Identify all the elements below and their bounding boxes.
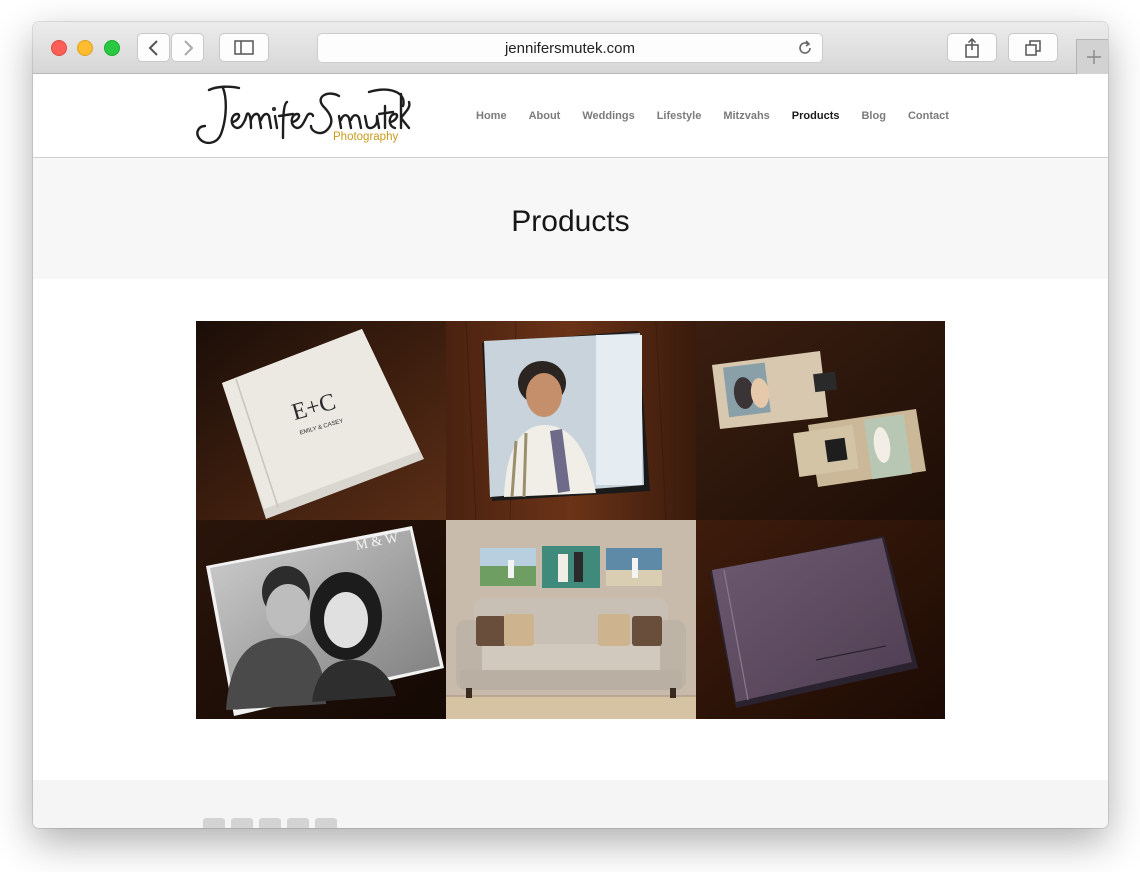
product-tile-wall-canvases[interactable] bbox=[446, 520, 696, 719]
browser-window: jennifersmutek.com Photography Home Abou… bbox=[33, 22, 1108, 828]
product-tile-portrait-album[interactable] bbox=[446, 321, 696, 520]
logo-subtitle: Photography bbox=[333, 131, 398, 143]
site-header: Photography Home About Weddings Lifestyl… bbox=[33, 74, 1108, 158]
social-links bbox=[203, 818, 337, 828]
product-tile-usb-cards[interactable] bbox=[696, 321, 945, 520]
product-tile-leather-album[interactable] bbox=[696, 520, 945, 719]
new-tab-button[interactable] bbox=[1076, 39, 1108, 74]
tabs-button[interactable] bbox=[1008, 33, 1058, 62]
product-tile-bw-album[interactable]: M & W bbox=[196, 520, 446, 719]
browser-toolbar: jennifersmutek.com bbox=[33, 22, 1108, 74]
forward-icon bbox=[183, 39, 193, 56]
nav-blog[interactable]: Blog bbox=[861, 110, 885, 122]
nav-products[interactable]: Products bbox=[792, 110, 840, 122]
nav-home[interactable]: Home bbox=[476, 110, 507, 122]
forward-button[interactable] bbox=[171, 33, 204, 62]
main-nav: Home About Weddings Lifestyle Mitzvahs P… bbox=[476, 110, 971, 122]
back-button[interactable] bbox=[137, 33, 170, 62]
nav-contact[interactable]: Contact bbox=[908, 110, 949, 122]
share-icon bbox=[965, 37, 979, 58]
close-window-button[interactable] bbox=[51, 40, 67, 56]
sidebar-button[interactable] bbox=[219, 33, 269, 62]
new-tab-icon bbox=[1086, 50, 1101, 64]
page-hero: Products bbox=[33, 158, 1108, 279]
products-gallery: E+C EMILY & CASEY M & W bbox=[196, 321, 945, 719]
google-plus-icon[interactable] bbox=[231, 818, 253, 828]
pinterest-icon[interactable] bbox=[259, 818, 281, 828]
nav-about[interactable]: About bbox=[529, 110, 561, 122]
address-bar[interactable]: jennifersmutek.com bbox=[317, 33, 823, 63]
zoom-window-button[interactable] bbox=[104, 40, 120, 56]
tabs-icon bbox=[1025, 39, 1041, 56]
back-icon bbox=[148, 39, 158, 56]
nav-weddings[interactable]: Weddings bbox=[582, 110, 634, 122]
product-tile-linen-album[interactable]: E+C EMILY & CASEY bbox=[196, 321, 446, 520]
nav-mitzvahs[interactable]: Mitzvahs bbox=[723, 110, 769, 122]
url-text: jennifersmutek.com bbox=[504, 39, 636, 57]
site-logo[interactable]: Photography bbox=[193, 82, 413, 148]
instagram-icon[interactable] bbox=[315, 818, 337, 828]
minimize-window-button[interactable] bbox=[77, 40, 93, 56]
site-footer bbox=[33, 780, 1108, 828]
reload-icon[interactable] bbox=[796, 39, 814, 57]
facebook-icon[interactable] bbox=[203, 818, 225, 828]
share-button[interactable] bbox=[947, 33, 997, 62]
page-title: Products bbox=[511, 205, 630, 238]
nav-lifestyle[interactable]: Lifestyle bbox=[657, 110, 702, 122]
sidebar-icon bbox=[234, 40, 254, 55]
twitter-icon[interactable] bbox=[287, 818, 309, 828]
